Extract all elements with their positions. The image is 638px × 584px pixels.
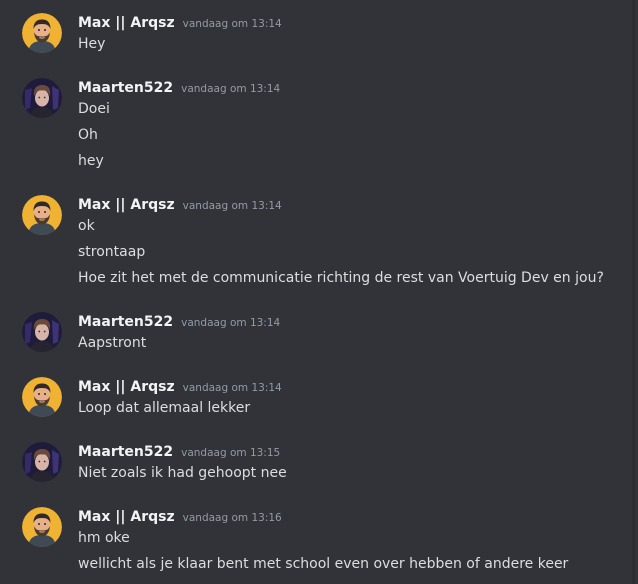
message-text: wellicht als je klaar bent met school ev… xyxy=(78,556,569,572)
author-name[interactable]: Maarten522 xyxy=(78,442,173,462)
message-text: hm oke xyxy=(78,530,130,546)
message-header: Max || Arqsz vandaag om 13:14 xyxy=(78,377,282,397)
author-name[interactable]: Max || Arqsz xyxy=(78,195,175,215)
message-timestamp[interactable]: vandaag om 13:15 xyxy=(181,443,280,463)
message-text: ok xyxy=(78,218,95,234)
message-timestamp[interactable]: vandaag om 13:16 xyxy=(183,508,282,528)
message-header: Maarten522 vandaag om 13:15 xyxy=(78,442,280,462)
message-timestamp[interactable]: vandaag om 13:14 xyxy=(181,313,280,333)
maarten-avatar-icon[interactable] xyxy=(22,442,62,482)
message-text: Loop dat allemaal lekker xyxy=(78,400,251,416)
message-header: Max || Arqsz vandaag om 13:16 xyxy=(78,507,282,527)
message-header: Maarten522 vandaag om 13:14 xyxy=(78,78,280,98)
message-timestamp[interactable]: vandaag om 13:14 xyxy=(183,378,282,398)
message-timestamp[interactable]: vandaag om 13:14 xyxy=(183,14,282,34)
message-text: strontaap xyxy=(78,244,146,260)
message-text: hey xyxy=(78,153,104,169)
message-timestamp[interactable]: vandaag om 13:14 xyxy=(181,79,280,99)
message-timestamp[interactable]: vandaag om 13:14 xyxy=(183,196,282,216)
message-header: Max || Arqsz vandaag om 13:14 xyxy=(78,13,282,33)
message-text: Hey xyxy=(78,36,106,52)
message-text: Aapstront xyxy=(78,335,147,351)
message-text: Hoe zit het met de communicatie richting… xyxy=(78,270,604,286)
max-avatar-icon[interactable] xyxy=(22,377,62,417)
max-avatar-icon[interactable] xyxy=(22,507,62,547)
message-header: Maarten522 vandaag om 13:14 xyxy=(78,312,280,332)
scrollbar[interactable] xyxy=(632,0,635,584)
maarten-avatar-icon[interactable] xyxy=(22,78,62,118)
author-name[interactable]: Maarten522 xyxy=(78,78,173,98)
maarten-avatar-icon[interactable] xyxy=(22,312,62,352)
max-avatar-icon[interactable] xyxy=(22,195,62,235)
message-text: Doei xyxy=(78,101,110,117)
message-list[interactable]: Max || Arqsz vandaag om 13:14 Hey Maarte… xyxy=(0,0,638,584)
max-avatar-icon[interactable] xyxy=(22,13,62,53)
message-header: Max || Arqsz vandaag om 13:14 xyxy=(78,195,282,215)
author-name[interactable]: Max || Arqsz xyxy=(78,507,175,527)
author-name[interactable]: Max || Arqsz xyxy=(78,13,175,33)
author-name[interactable]: Max || Arqsz xyxy=(78,377,175,397)
message-text: Niet zoals ik had gehoopt nee xyxy=(78,465,287,481)
author-name[interactable]: Maarten522 xyxy=(78,312,173,332)
message-text: Oh xyxy=(78,127,98,143)
